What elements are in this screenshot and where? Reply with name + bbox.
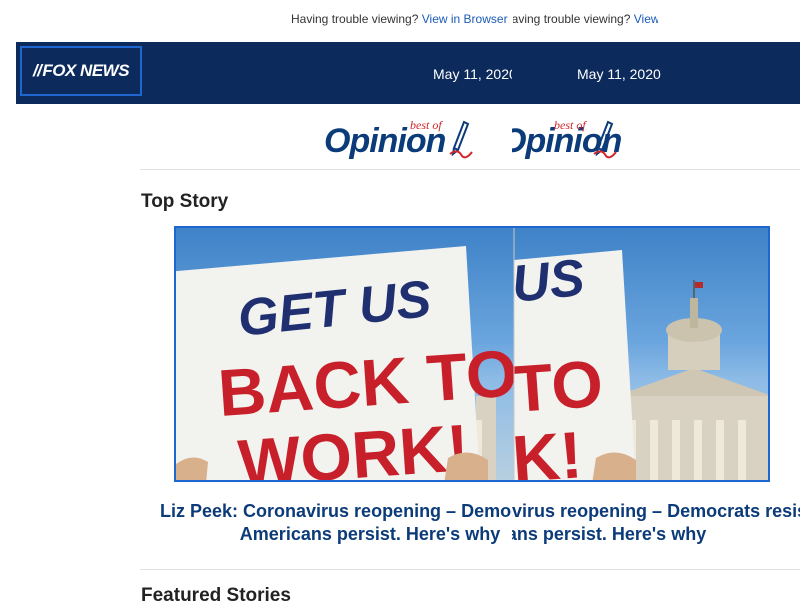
view-in-browser-link-duplicate[interactable]: View in Browser <box>634 12 658 26</box>
hand-left <box>176 457 208 480</box>
best-of-opinion-logo: Opinion best of <box>324 116 512 166</box>
divider-top <box>140 169 800 170</box>
preheader: Having trouble viewing? View in Browser <box>291 12 508 26</box>
sign-board-duplicate: US TO K! <box>509 249 636 482</box>
pen-icon-duplicate <box>593 120 617 159</box>
headline-line2: Americans persist. Here's why <box>239 524 501 544</box>
best-of-label-duplicate: best of <box>554 118 586 132</box>
preheader-text-duplicate: Having trouble viewing? <box>513 12 631 26</box>
sign-line2-duplicate: TO <box>510 346 605 426</box>
divider-bottom <box>140 569 800 570</box>
header-date: May 11, 2020 <box>433 66 512 82</box>
best-of-opinion-logo-duplicate: Opinion best of <box>512 116 632 166</box>
best-of-label: best of <box>410 118 442 132</box>
pen-icon <box>449 120 473 159</box>
preheader-duplicate: Having trouble viewing? View in Browser <box>513 12 658 26</box>
hand-duplicate <box>592 452 636 480</box>
top-story-heading: Top Story <box>141 191 229 212</box>
top-story-headline-duplicate[interactable]: Liz Peek: Coronavirus reopening – Democr… <box>512 500 800 546</box>
preheader-text: Having trouble viewing? <box>291 12 419 26</box>
headline-line1: Liz Peek: Coronavirus reopening – Democr… <box>160 501 512 521</box>
headline-line1-duplicate: Liz Peek: Coronavirus reopening – Democr… <box>512 501 800 521</box>
protest-sign-image: GET US BACK TO WORK! US TO K! <box>176 228 768 482</box>
logo-text: FOX NEWS <box>42 61 130 80</box>
fox-slash-icon: // <box>32 61 42 80</box>
headline-line2-duplicate: Americans persist. Here's why <box>512 524 707 544</box>
featured-stories-heading: Featured Stories <box>141 585 291 606</box>
header-date-duplicate: May 11, 2020 <box>577 66 661 82</box>
top-story-headline[interactable]: Liz Peek: Coronavirus reopening – Democr… <box>160 500 512 546</box>
fox-news-logo[interactable]: // FOX NEWS <box>20 46 142 96</box>
view-in-browser-link[interactable]: View in Browser <box>422 12 508 26</box>
hand-right <box>444 452 488 480</box>
top-story-image[interactable]: GET US BACK TO WORK! US TO K! <box>174 226 770 482</box>
sign-line3-duplicate: K! <box>510 417 585 482</box>
sign-line1-duplicate: US <box>509 249 587 314</box>
sign-board: GET US BACK TO WORK! <box>176 246 520 480</box>
